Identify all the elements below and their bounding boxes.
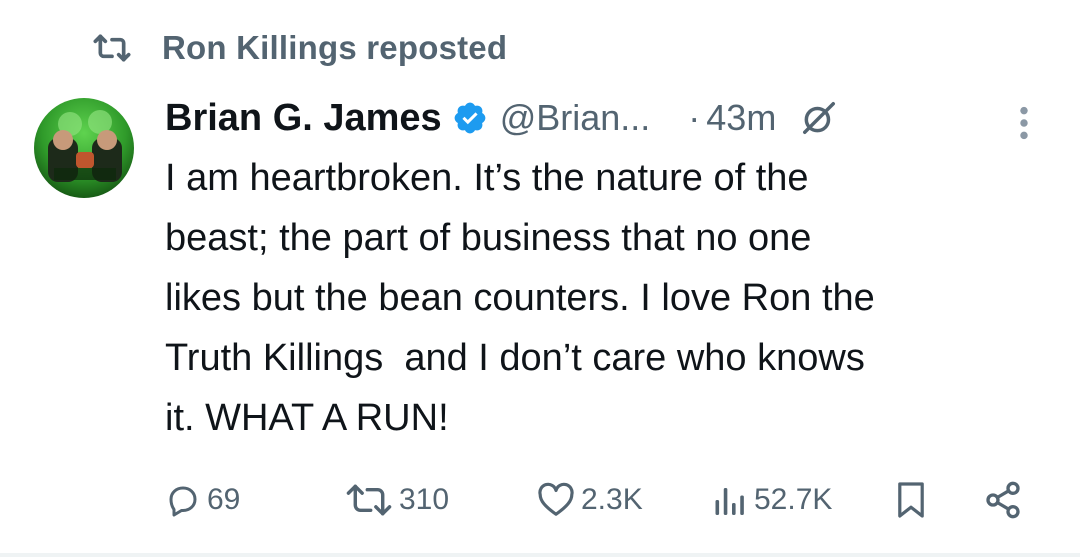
tweet-header: Brian G. James @Brian... · 43m: [165, 92, 1045, 144]
reply-count: 69: [207, 483, 241, 516]
share-button[interactable]: [983, 475, 1023, 525]
repost-count: 310: [399, 483, 450, 516]
repost-action-icon: [345, 482, 393, 518]
views-count: 52.7K: [754, 483, 833, 516]
avatar[interactable]: [34, 98, 134, 198]
reply-button[interactable]: 69: [165, 475, 240, 525]
repost-icon: [92, 28, 132, 68]
share-icon: [983, 480, 1023, 520]
bookmark-button[interactable]: [895, 475, 927, 525]
bookmark-icon: [895, 480, 927, 520]
like-count: 2.3K: [581, 483, 643, 516]
grok-icon[interactable]: [800, 98, 840, 138]
more-options-icon[interactable]: [1012, 103, 1036, 143]
verified-badge-icon: [452, 99, 490, 137]
heart-icon: [537, 482, 575, 518]
author-display-name[interactable]: Brian G. James: [165, 97, 442, 140]
timestamp[interactable]: 43m: [706, 97, 776, 139]
views-button[interactable]: 52.7K: [710, 475, 832, 525]
views-icon: [710, 482, 748, 518]
action-bar: 69 310 2.3K 52.7K: [165, 475, 1035, 525]
repost-header[interactable]: Ron Killings reposted: [92, 26, 507, 70]
divider: [0, 553, 1080, 557]
reply-icon: [165, 482, 201, 518]
like-button[interactable]: 2.3K: [537, 475, 643, 525]
tweet-text: I am heartbroken. It’s the nature of the…: [165, 157, 875, 439]
author-handle[interactable]: @Brian...: [500, 97, 651, 139]
repost-label[interactable]: Ron Killings reposted: [162, 29, 507, 67]
separator-dot: ·: [688, 97, 701, 138]
repost-button[interactable]: 310: [345, 475, 449, 525]
